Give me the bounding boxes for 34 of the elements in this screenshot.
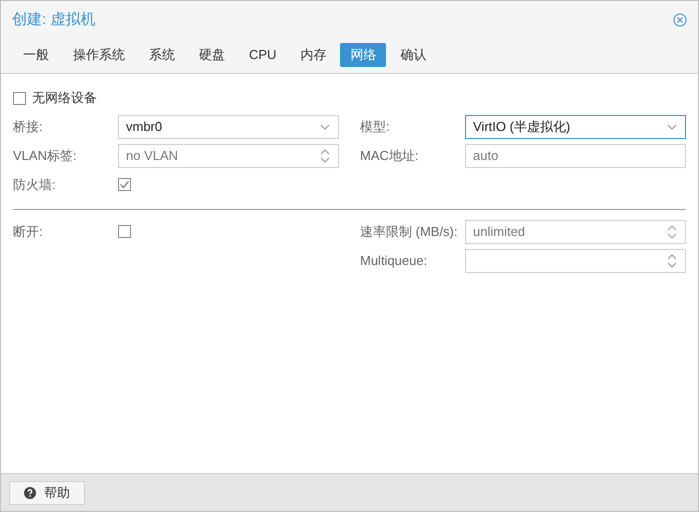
field-label: 速率限制 (MB/s): (360, 222, 458, 241)
field-label: 桥接: (13, 118, 44, 136)
checkbox[interactable] (118, 225, 131, 238)
number-field[interactable]: no VLAN (118, 144, 339, 168)
checkbox-label: 无网络设备 (32, 89, 97, 108)
help-icon (24, 486, 36, 498)
tab[interactable]: 一般 (13, 43, 59, 67)
tab[interactable]: 操作系统 (63, 43, 135, 67)
close-icon[interactable] (673, 13, 687, 27)
tab[interactable]: 确认 (390, 43, 436, 67)
field-label: VLAN标签: (13, 146, 78, 165)
tab[interactable]: 硬盘 (189, 43, 235, 67)
caret-icon (667, 124, 677, 130)
window-title: 创建: 虚拟机 (12, 10, 96, 30)
field-label: 断开: (13, 222, 44, 241)
number-field[interactable] (465, 248, 686, 272)
tab[interactable]: 系统 (139, 43, 185, 67)
field-label: 模型: (360, 118, 391, 136)
spinner-icon (667, 252, 677, 268)
tab[interactable]: CPU (239, 43, 286, 67)
checkbox[interactable] (118, 178, 131, 191)
field-label: Multiqueue: (360, 252, 428, 270)
tab[interactable]: 内存 (290, 43, 336, 67)
spinner-icon (320, 148, 330, 164)
checkbox[interactable] (13, 92, 26, 104)
number-field[interactable]: unlimited (465, 220, 686, 244)
field-label: MAC地址: (360, 146, 420, 165)
input-field[interactable]: auto (465, 144, 686, 168)
caret-icon (320, 124, 330, 130)
dropdown-field[interactable]: VirtIO (半虚拟化) (465, 114, 686, 138)
help-button[interactable]: 帮助 (9, 480, 85, 504)
dropdown-field[interactable]: vmbr0 (118, 114, 339, 138)
spinner-icon (667, 224, 677, 240)
field-label: 防火墙: (13, 176, 57, 194)
